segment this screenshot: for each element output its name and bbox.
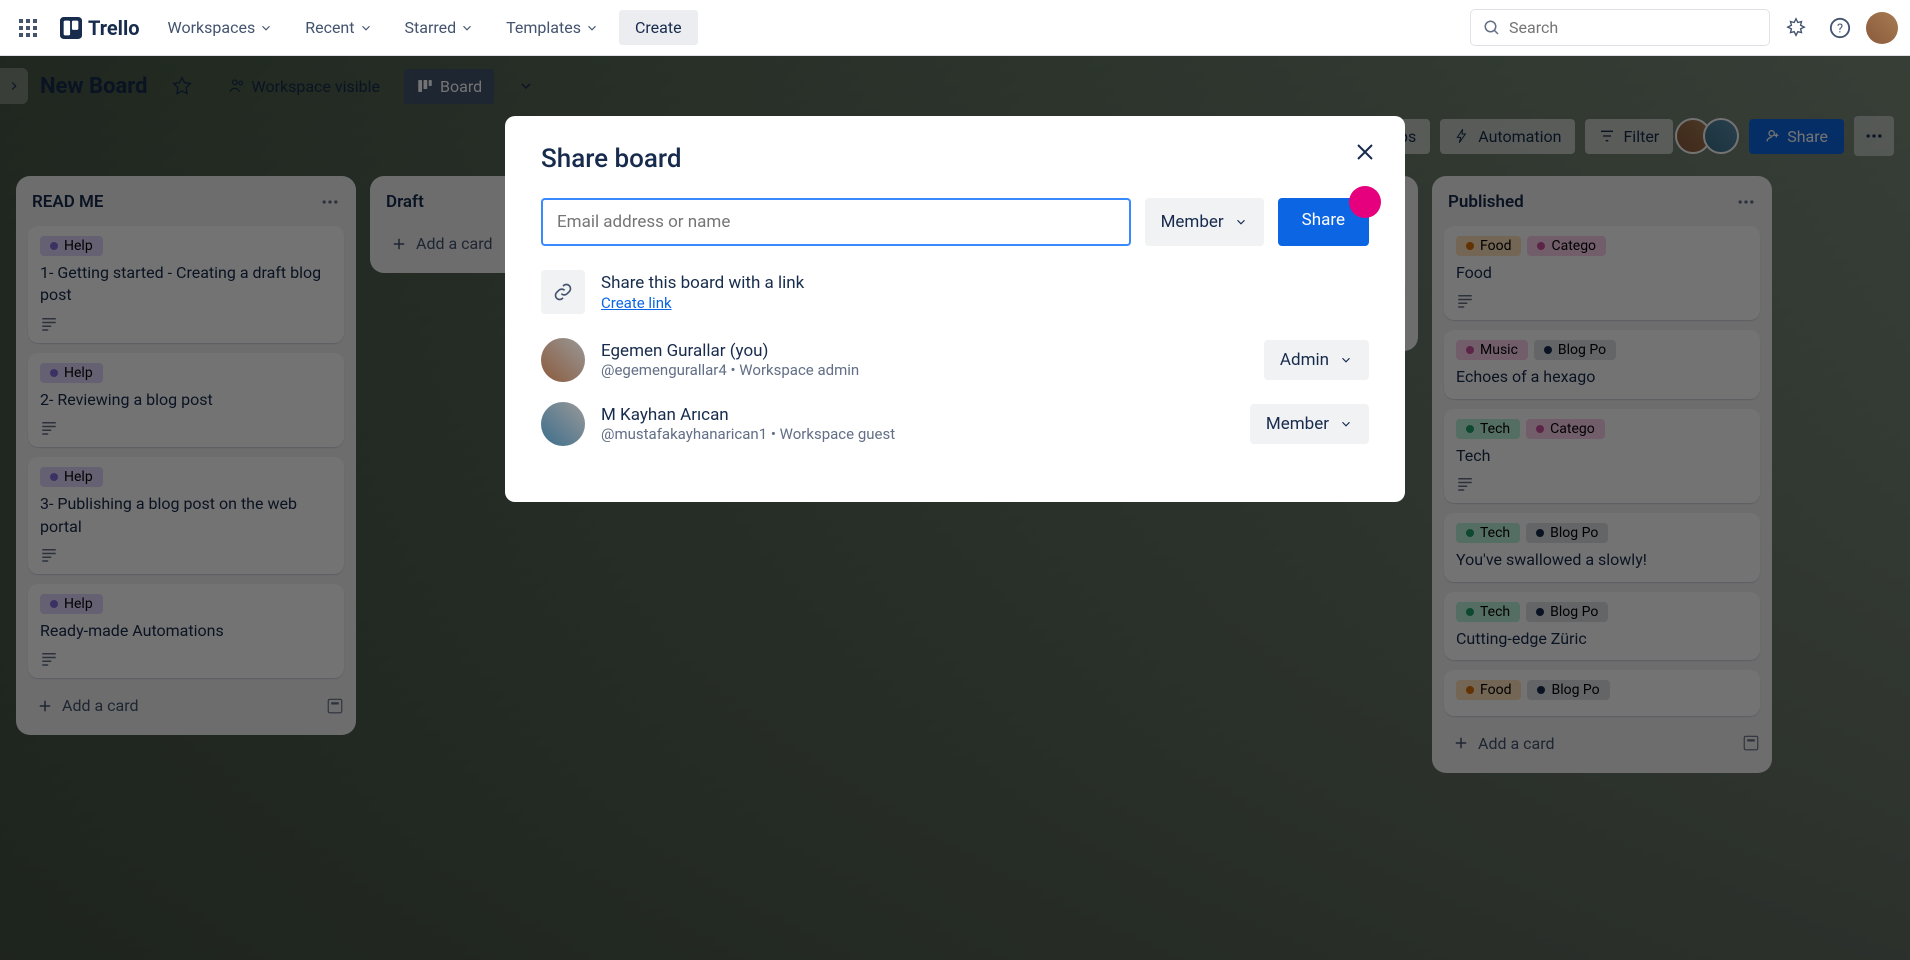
trello-logo[interactable]: Trello [52, 16, 148, 40]
attention-dot [1349, 186, 1381, 218]
nav-recent[interactable]: Recent [293, 10, 384, 45]
create-link-button[interactable]: Create link [601, 294, 672, 312]
member-avatar[interactable] [541, 338, 585, 382]
share-link-title: Share this board with a link [601, 273, 804, 293]
member-meta: @mustafakayhanarican1 • Workspace guest [601, 425, 1234, 443]
chevron-down-icon [1234, 215, 1248, 229]
search-input[interactable] [1509, 18, 1757, 37]
share-link-row: Share this board with a link Create link [541, 270, 1369, 314]
role-select[interactable]: Member [1145, 198, 1264, 246]
nav-starred[interactable]: Starred [393, 10, 487, 45]
close-icon[interactable] [1353, 140, 1377, 164]
topbar: Trello Workspaces Recent Starred Templat… [0, 0, 1910, 56]
modal-title: Share board [541, 144, 1369, 174]
apps-grid-icon[interactable] [12, 12, 44, 44]
logo-text: Trello [88, 16, 140, 40]
notifications-icon[interactable] [1778, 10, 1814, 46]
create-button[interactable]: Create [619, 10, 698, 45]
help-icon[interactable]: ? [1822, 10, 1858, 46]
member-role-select[interactable]: Member [1250, 404, 1369, 444]
nav-templates[interactable]: Templates [494, 10, 611, 45]
member-avatar[interactable] [541, 402, 585, 446]
share-modal: Share board Member Share [505, 116, 1405, 502]
member-name: M Kayhan Arıcan [601, 405, 1234, 425]
member-name: Egemen Gurallar (you) [601, 341, 1248, 361]
member-meta: @egemengurallar4 • Workspace admin [601, 361, 1248, 379]
share-email-input[interactable] [541, 198, 1131, 246]
search-box[interactable] [1470, 9, 1770, 46]
search-icon [1483, 19, 1501, 37]
modal-overlay[interactable]: Share board Member Share [0, 56, 1910, 960]
member-role-select[interactable]: Admin [1264, 340, 1369, 380]
svg-text:?: ? [1837, 21, 1843, 36]
share-submit-button[interactable]: Share [1278, 198, 1369, 246]
nav-workspaces[interactable]: Workspaces [156, 10, 286, 45]
board-area: New Board Workspace visible Board ✦ Hipp… [0, 56, 1910, 960]
member-row: Egemen Gurallar (you) @egemengurallar4 •… [541, 338, 1369, 382]
chevron-down-icon [1339, 417, 1353, 431]
member-row: M Kayhan Arıcan @mustafakayhanarican1 • … [541, 402, 1369, 446]
user-avatar[interactable] [1866, 12, 1898, 44]
chevron-down-icon [1339, 353, 1353, 367]
link-icon [541, 270, 585, 314]
